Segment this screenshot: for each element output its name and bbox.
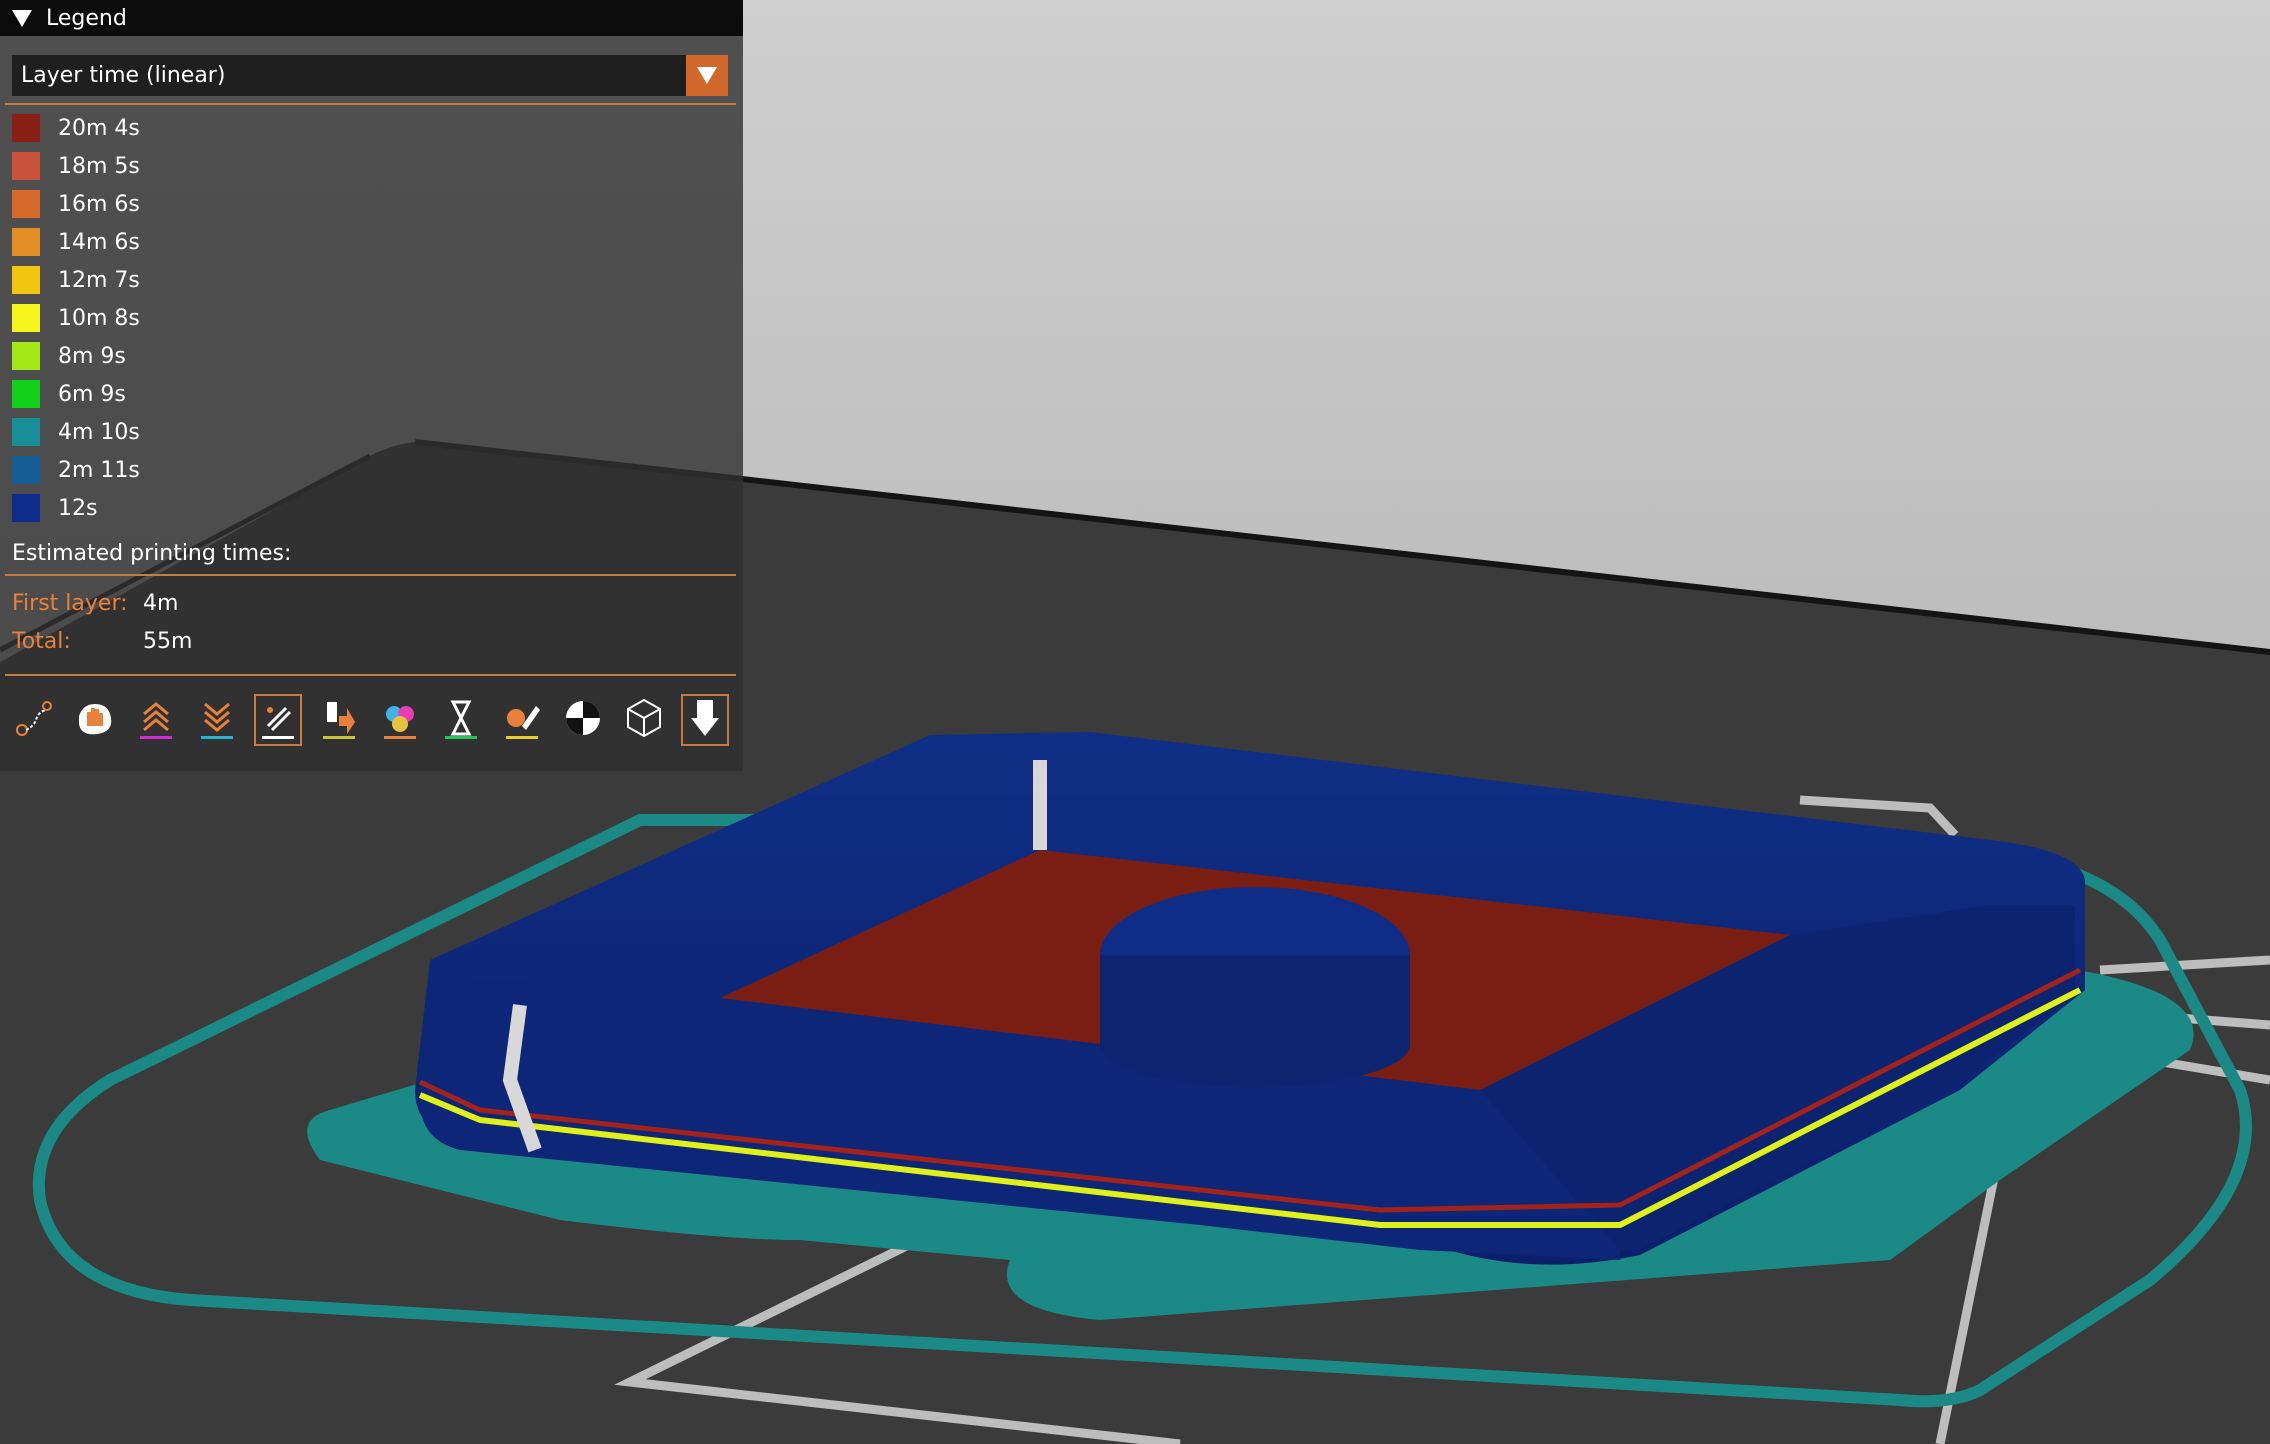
options-toolbar	[0, 694, 743, 750]
seams-icon	[262, 706, 294, 739]
color-swatch	[12, 418, 40, 446]
estimated-times-title: Estimated printing times:	[12, 541, 292, 566]
legend-items: 20m 4s 18m 5s 16m 6s 14m 6s 12m 7s 10m 8s 8m 9…	[12, 109, 140, 527]
deretractions-icon	[201, 702, 233, 739]
view-type-value: Layer time (linear)	[21, 63, 226, 88]
travel-path-icon	[16, 701, 52, 736]
legend-header[interactable]: Legend	[0, 0, 743, 36]
tool-changes-button[interactable]	[315, 694, 363, 746]
separator	[5, 103, 736, 105]
color-swatch	[12, 494, 40, 522]
legend-item: 6m 9s	[12, 375, 140, 413]
separator	[5, 574, 736, 576]
color-swatch	[12, 190, 40, 218]
dropdown-arrow-icon[interactable]	[686, 55, 728, 96]
view-type-dropdown[interactable]: Layer time (linear)	[12, 55, 728, 96]
pause-icon	[445, 700, 477, 739]
color-swatch	[12, 266, 40, 294]
shells-icon	[627, 698, 661, 738]
center-of-gravity-icon	[566, 701, 600, 735]
total-row: Total: 55m	[12, 629, 192, 654]
legend-item-label: 16m 6s	[58, 191, 140, 217]
legend-item-label: 6m 9s	[58, 381, 126, 407]
wipe-button[interactable]	[71, 694, 119, 746]
legend-item-label: 12s	[58, 495, 98, 521]
legend-item-label: 18m 5s	[58, 153, 140, 179]
first-layer-label: First layer:	[12, 591, 128, 616]
legend-item: 20m 4s	[12, 109, 140, 147]
travel-path-button[interactable]	[10, 694, 58, 746]
legend-item: 12s	[12, 489, 140, 527]
legend-item: 12m 7s	[12, 261, 140, 299]
color-swatch	[12, 304, 40, 332]
color-swatch	[12, 114, 40, 142]
shells-button[interactable]	[620, 694, 668, 746]
wipe-icon	[79, 704, 112, 735]
tool-changes-icon	[323, 702, 355, 739]
custom-gcode-icon	[506, 706, 540, 739]
legend-item-label: 8m 9s	[58, 343, 126, 369]
pause-button[interactable]	[437, 694, 485, 746]
custom-gcode-button[interactable]	[498, 694, 546, 746]
legend-item-label: 4m 10s	[58, 419, 140, 445]
legend-item: 14m 6s	[12, 223, 140, 261]
legend-item-label: 10m 8s	[58, 305, 140, 331]
legend-item: 4m 10s	[12, 413, 140, 451]
deretractions-button[interactable]	[193, 694, 241, 746]
first-layer-row: First layer: 4m	[12, 591, 178, 616]
color-swatch	[12, 228, 40, 256]
legend-item-label: 12m 7s	[58, 267, 140, 293]
tool-marker-button[interactable]	[681, 694, 729, 746]
retractions-button[interactable]	[132, 694, 180, 746]
color-changes-icon	[384, 706, 416, 739]
first-layer-value: 4m	[143, 591, 179, 616]
legend-item-label: 20m 4s	[58, 115, 140, 141]
color-swatch	[12, 456, 40, 484]
collapse-triangle-icon[interactable]	[12, 9, 32, 27]
seams-button[interactable]	[254, 694, 302, 746]
color-changes-button[interactable]	[376, 694, 424, 746]
legend-title: Legend	[46, 5, 127, 31]
separator	[5, 674, 736, 676]
legend-item: 10m 8s	[12, 299, 140, 337]
legend-item: 8m 9s	[12, 337, 140, 375]
color-swatch	[12, 342, 40, 370]
total-value: 55m	[143, 629, 193, 654]
total-label: Total:	[12, 629, 71, 654]
tool-marker-icon	[691, 700, 719, 736]
center-of-gravity-button[interactable]	[559, 694, 607, 746]
color-swatch	[12, 152, 40, 180]
legend-panel: Legend Layer time (linear) 20m 4s 18m 5s 1…	[0, 0, 743, 771]
legend-item-label: 2m 11s	[58, 457, 140, 483]
legend-item-label: 14m 6s	[58, 229, 140, 255]
legend-item: 18m 5s	[12, 147, 140, 185]
legend-item: 16m 6s	[12, 185, 140, 223]
color-swatch	[12, 380, 40, 408]
retractions-icon	[140, 702, 172, 739]
legend-item: 2m 11s	[12, 451, 140, 489]
